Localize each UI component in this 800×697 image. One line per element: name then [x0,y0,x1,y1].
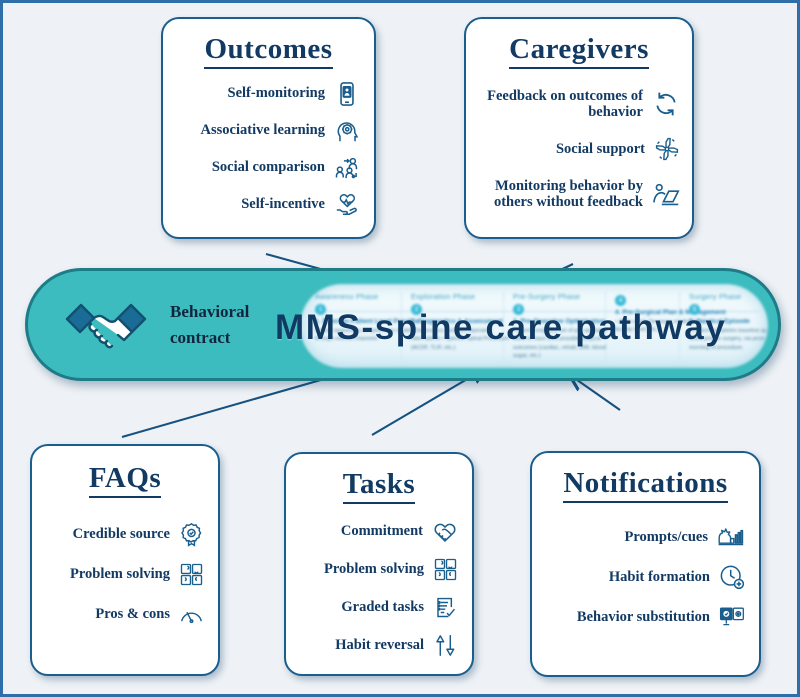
person-laptop-monitoring-icon [652,180,680,208]
item-label: Problem solving [69,565,170,582]
award-badge-check-icon [179,522,204,547]
item-label: Problem solving [323,560,424,577]
people-comparison-icon [334,155,360,181]
puzzle-pieces-icon [179,562,204,587]
card-tasks-items: Commitment Problem solving Graded tasks … [286,508,472,664]
list-item[interactable]: Associative learning [173,114,360,147]
item-label: Self-incentive [241,196,325,213]
list-item[interactable]: Problem solving [294,550,458,588]
card-faqs-items: Credible source Problem solving Pros & c… [32,504,218,634]
card-caregivers[interactable]: Caregivers Feedback on outcomes of behav… [464,17,694,239]
item-label: Commitment [340,522,423,539]
list-item[interactable]: Social support [476,128,680,170]
card-notifications-title: Notifications [532,467,759,503]
card-caregivers-title: Caregivers [466,33,692,69]
card-faqs[interactable]: FAQs Credible source Problem solving Pro… [30,444,220,676]
pointing-hand-bars-icon [717,524,745,550]
clock-plus-icon [719,564,745,590]
gauge-meter-icon [179,602,204,627]
handshake-heart-icon [432,518,458,544]
phase-name: Awareness Phase [315,292,379,301]
item-label: Habit reversal [335,636,424,653]
list-item[interactable]: Self-monitoring [173,77,360,110]
list-item[interactable]: Social comparison [173,151,360,184]
list-item[interactable]: Pros & cons [40,594,204,634]
pathway-title: MMS-spine care pathway [275,308,727,347]
list-item[interactable]: Problem solving [40,554,204,594]
handshake-icon [63,297,149,360]
card-outcomes-items: Self-monitoring Associative learning Soc… [163,73,374,221]
item-label: Habit formation [608,568,710,585]
checklist-clipboard-icon [433,595,458,620]
phase-name: Pre-Surgery Phase [513,292,581,301]
list-item[interactable]: Self-incentive [173,188,360,221]
phone-self-monitoring-icon [334,81,360,107]
card-notifications[interactable]: Notifications Prompts/cues Habit formati… [530,451,761,677]
puzzle-pieces-icon [433,557,458,582]
phase-name: Exploration Phase [411,292,476,301]
item-label: Graded tasks [341,598,424,615]
card-outcomes[interactable]: Outcomes Self-monitoring Associative lea… [161,17,376,239]
item-label: Monitoring behavior by others without fe… [493,177,643,210]
card-tasks[interactable]: Tasks Commitment Problem solving Graded … [284,452,474,676]
item-label: Social comparison [211,159,325,176]
card-notifications-items: Prompts/cues Habit formation Behavior su… [532,507,759,637]
item-label: Associative learning [200,122,325,139]
list-item[interactable]: Habit formation [540,557,745,597]
list-item[interactable]: Feedback on outcomes of behavior [476,83,680,125]
item-label: Behavior substitution [576,608,710,625]
item-label: Pros & cons [95,605,170,622]
item-label: Prompts/cues [624,528,708,545]
item-label: Self-monitoring [227,85,325,102]
card-outcomes-title: Outcomes [163,33,374,69]
list-item[interactable]: Habit reversal [294,626,458,664]
band-label-line1: Behavioral [170,302,250,321]
up-down-arrows-icon [433,633,458,658]
behavioral-contract-label: Behavioral contract [170,299,280,350]
band-label-line2: contract [170,327,231,347]
list-item[interactable]: Credible source [40,514,204,554]
phase-number: 4 [615,295,626,306]
list-item[interactable]: Prompts/cues [540,517,745,557]
diagram-canvas: Outcomes Self-monitoring Associative lea… [0,0,800,697]
item-label: Feedback on outcomes of behavior [487,87,643,120]
phase-name: Surgery Phase [689,292,742,301]
heart-in-hand-icon [334,192,360,218]
list-item[interactable]: Monitoring behavior by others without fe… [476,173,680,215]
head-gear-learning-icon [334,118,360,144]
screen-swap-icon [719,605,745,629]
card-faqs-title: FAQs [32,462,218,498]
refresh-cycle-icon [652,90,680,118]
card-tasks-title: Tasks [286,468,472,504]
card-caregivers-items: Feedback on outcomes of behavior Social … [466,73,692,215]
list-item[interactable]: Behavior substitution [540,597,745,637]
item-label: Credible source [72,525,170,542]
list-item[interactable]: Graded tasks [294,588,458,626]
item-label: Social support [555,140,645,157]
four-hands-support-icon [654,136,680,162]
list-item[interactable]: Commitment [294,512,458,550]
